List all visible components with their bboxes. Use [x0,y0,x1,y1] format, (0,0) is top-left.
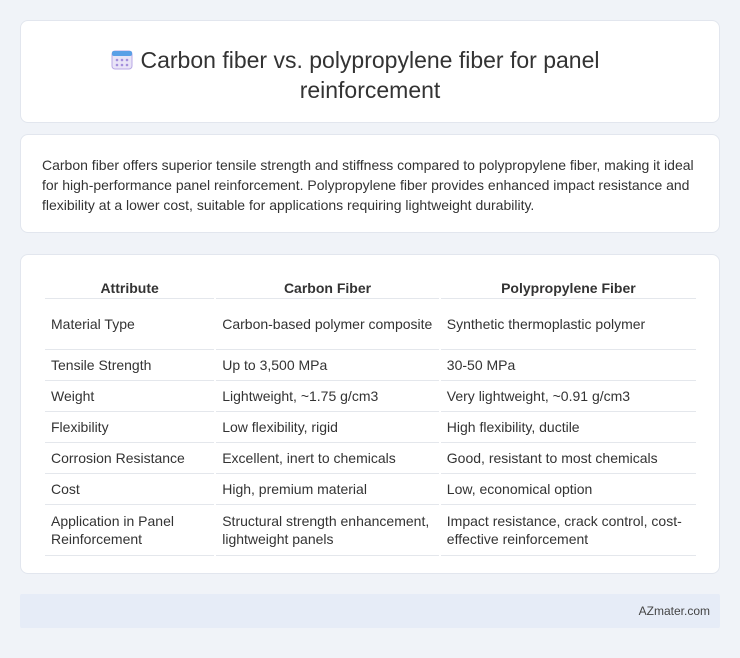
cell-polypropylene: Very lightweight, ~0.91 g/cm3 [440,381,696,412]
table-row: Weight Lightweight, ~1.75 g/cm3 Very lig… [45,381,696,412]
cell-attribute: Corrosion Resistance [45,443,215,474]
cell-attribute: Application in Panel Reinforcement [45,505,215,556]
footer: AZmater.com [20,594,720,628]
cell-carbon: Up to 3,500 MPa [216,350,439,381]
cell-polypropylene: High flexibility, ductile [440,412,696,443]
header-attribute: Attribute [45,276,215,299]
cell-attribute: Tensile Strength [45,350,215,381]
table-row: Tensile Strength Up to 3,500 MPa 30-50 M… [45,350,696,381]
cell-carbon: Structural strength enhancement, lightwe… [216,505,439,556]
footer-brand: AZmater.com [638,604,710,618]
summary-text: Carbon fiber offers superior tensile str… [42,157,694,213]
cell-attribute: Material Type [45,299,215,350]
cell-attribute: Cost [45,474,215,505]
cell-carbon: Low flexibility, rigid [216,412,439,443]
comparison-table: Attribute Carbon Fiber Polypropylene Fib… [43,276,698,556]
cell-attribute: Weight [45,381,215,412]
title-card: Carbon fiber vs. polypropylene fiber for… [20,20,720,123]
table-row: Corrosion Resistance Excellent, inert to… [45,443,696,474]
cell-carbon: Lightweight, ~1.75 g/cm3 [216,381,439,412]
table-row: Flexibility Low flexibility, rigid High … [45,412,696,443]
cell-polypropylene: Good, resistant to most chemicals [440,443,696,474]
table-row: Material Type Carbon-based polymer compo… [45,299,696,350]
comparison-card: Attribute Carbon Fiber Polypropylene Fib… [20,254,720,574]
table-row: Cost High, premium material Low, economi… [45,474,696,505]
summary-card: Carbon fiber offers superior tensile str… [20,134,720,233]
cell-carbon: Carbon-based polymer composite [216,299,439,350]
cell-polypropylene: Synthetic thermoplastic polymer [440,299,696,350]
cell-carbon: High, premium material [216,474,439,505]
cell-carbon: Excellent, inert to chemicals [216,443,439,474]
table-header-row: Attribute Carbon Fiber Polypropylene Fib… [45,276,696,299]
cell-polypropylene: 30-50 MPa [440,350,696,381]
cell-polypropylene: Low, economical option [440,474,696,505]
page-title: Carbon fiber vs. polypropylene fiber for… [140,47,600,103]
cell-polypropylene: Impact resistance, crack control, cost-e… [440,505,696,556]
header-carbon-fiber: Carbon Fiber [216,276,439,299]
cell-attribute: Flexibility [45,412,215,443]
table-row: Application in Panel Reinforcement Struc… [45,505,696,556]
header-polypropylene-fiber: Polypropylene Fiber [440,276,696,299]
